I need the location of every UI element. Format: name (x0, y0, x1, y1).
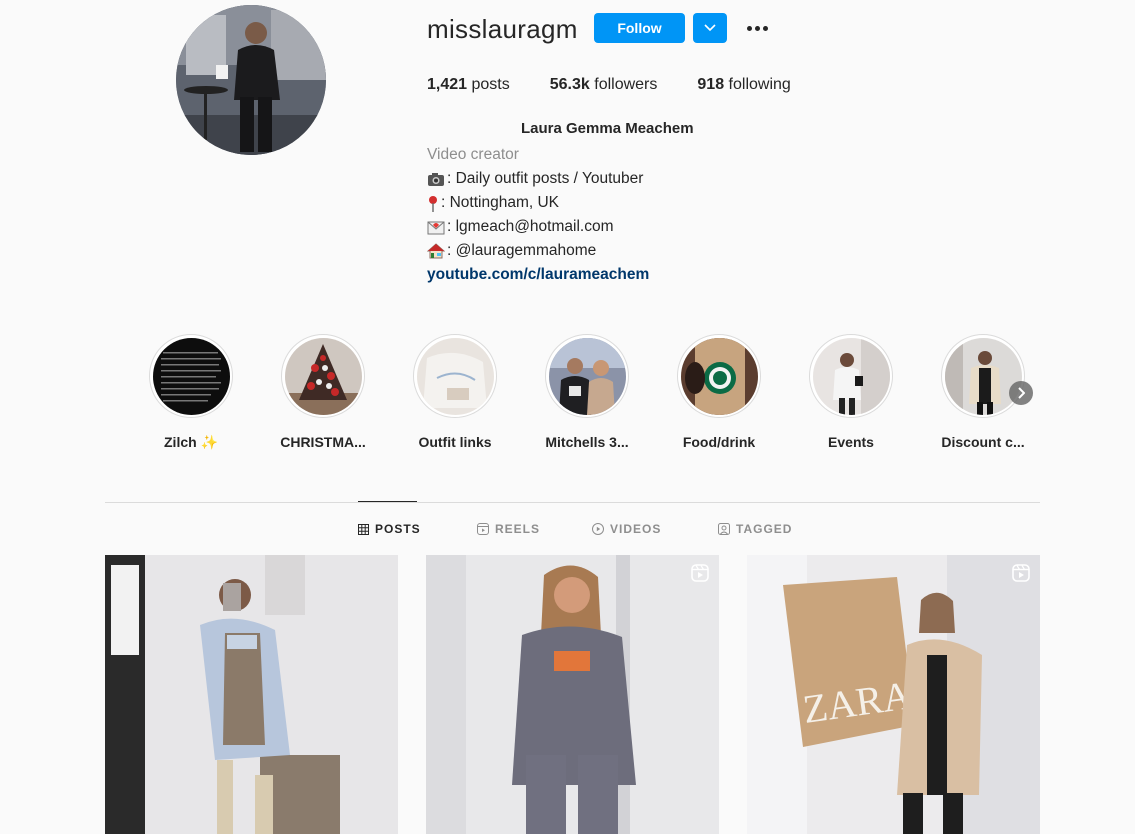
posts-count: 1,421 posts (427, 76, 510, 93)
highlight-label: Events (828, 434, 874, 450)
highlight-cover (413, 334, 497, 418)
bio-mention-link[interactable]: : @lauragemmahome (447, 239, 596, 263)
highlights-next-button[interactable] (1009, 381, 1033, 405)
tab-videos[interactable]: VIDEOS (592, 522, 661, 536)
highlight-label: Discount c... (941, 434, 1025, 450)
suggested-dropdown-button[interactable] (693, 13, 727, 43)
profile-bio: Video creator : Daily outfit posts / You… (426, 143, 649, 287)
profile-full-name: Laura Gemma Meachem (521, 120, 694, 137)
tab-reels[interactable]: REELS (477, 522, 540, 536)
profile-website-link[interactable]: youtube.com/c/laurameachem (427, 263, 649, 287)
tab-posts[interactable]: POSTS (358, 522, 421, 536)
bio-line: : Daily outfit posts / Youtuber (427, 167, 649, 191)
highlight-cover (809, 334, 893, 418)
chevron-down-icon (704, 24, 716, 32)
bio-line: : Nottingham, UK (427, 191, 649, 215)
pushpin-emoji-icon (427, 195, 439, 212)
reel-badge-icon (1012, 564, 1030, 582)
more-dot-icon (746, 25, 752, 31)
highlight-label: Zilch ✨ (164, 434, 218, 450)
highlight-item[interactable]: Zilch ✨ (142, 334, 240, 451)
highlight-item[interactable]: Outfit links (406, 334, 504, 450)
profile-category: Video creator (427, 146, 519, 163)
highlight-cover (941, 334, 1025, 418)
post-thumbnail[interactable] (426, 555, 719, 834)
reels-icon (477, 523, 489, 535)
bio-line: : @lauragemmahome (426, 239, 649, 263)
chevron-right-icon (1018, 387, 1025, 399)
highlight-cover (677, 334, 761, 418)
highlight-label: CHRISTMA... (280, 434, 366, 450)
reel-badge-icon (691, 564, 709, 582)
tagged-icon (718, 523, 730, 535)
post-thumbnail[interactable] (105, 555, 398, 834)
highlight-item[interactable]: Events (802, 334, 900, 450)
grid-icon (358, 523, 369, 535)
profile-avatar[interactable] (176, 5, 326, 155)
more-dot-icon (762, 25, 768, 31)
highlight-cover (281, 334, 365, 418)
profile-stats: 1,421 posts 56.3k followers 918 followin… (427, 76, 791, 94)
play-circle-icon (592, 523, 604, 535)
highlight-label: Outfit links (418, 434, 492, 450)
highlight-cover (149, 334, 233, 418)
tabs-divider (105, 502, 1040, 503)
highlight-label: Mitchells 3... (545, 434, 629, 450)
more-options-button[interactable] (745, 14, 769, 42)
bio-line: : lgmeach@hotmail.com (427, 215, 649, 239)
highlight-item[interactable]: CHRISTMA... (274, 334, 372, 450)
following-link[interactable]: 918 following (697, 76, 790, 94)
tab-tagged[interactable]: TAGGED (718, 522, 792, 536)
highlight-item[interactable]: Food/drink (670, 334, 768, 450)
highlight-item[interactable]: Mitchells 3... (538, 334, 636, 450)
active-tab-indicator (358, 501, 417, 502)
highlight-label: Food/drink (682, 434, 756, 450)
profile-username: misslauragm (427, 14, 578, 44)
camera-emoji-icon (427, 171, 445, 187)
highlight-cover (545, 334, 629, 418)
house-emoji-icon (426, 243, 446, 259)
envelope-emoji-icon (427, 219, 445, 235)
follow-button[interactable]: Follow (594, 13, 685, 43)
followers-link[interactable]: 56.3k followers (550, 76, 658, 94)
more-dot-icon (754, 25, 760, 31)
post-thumbnail[interactable]: ZARA (747, 555, 1040, 834)
